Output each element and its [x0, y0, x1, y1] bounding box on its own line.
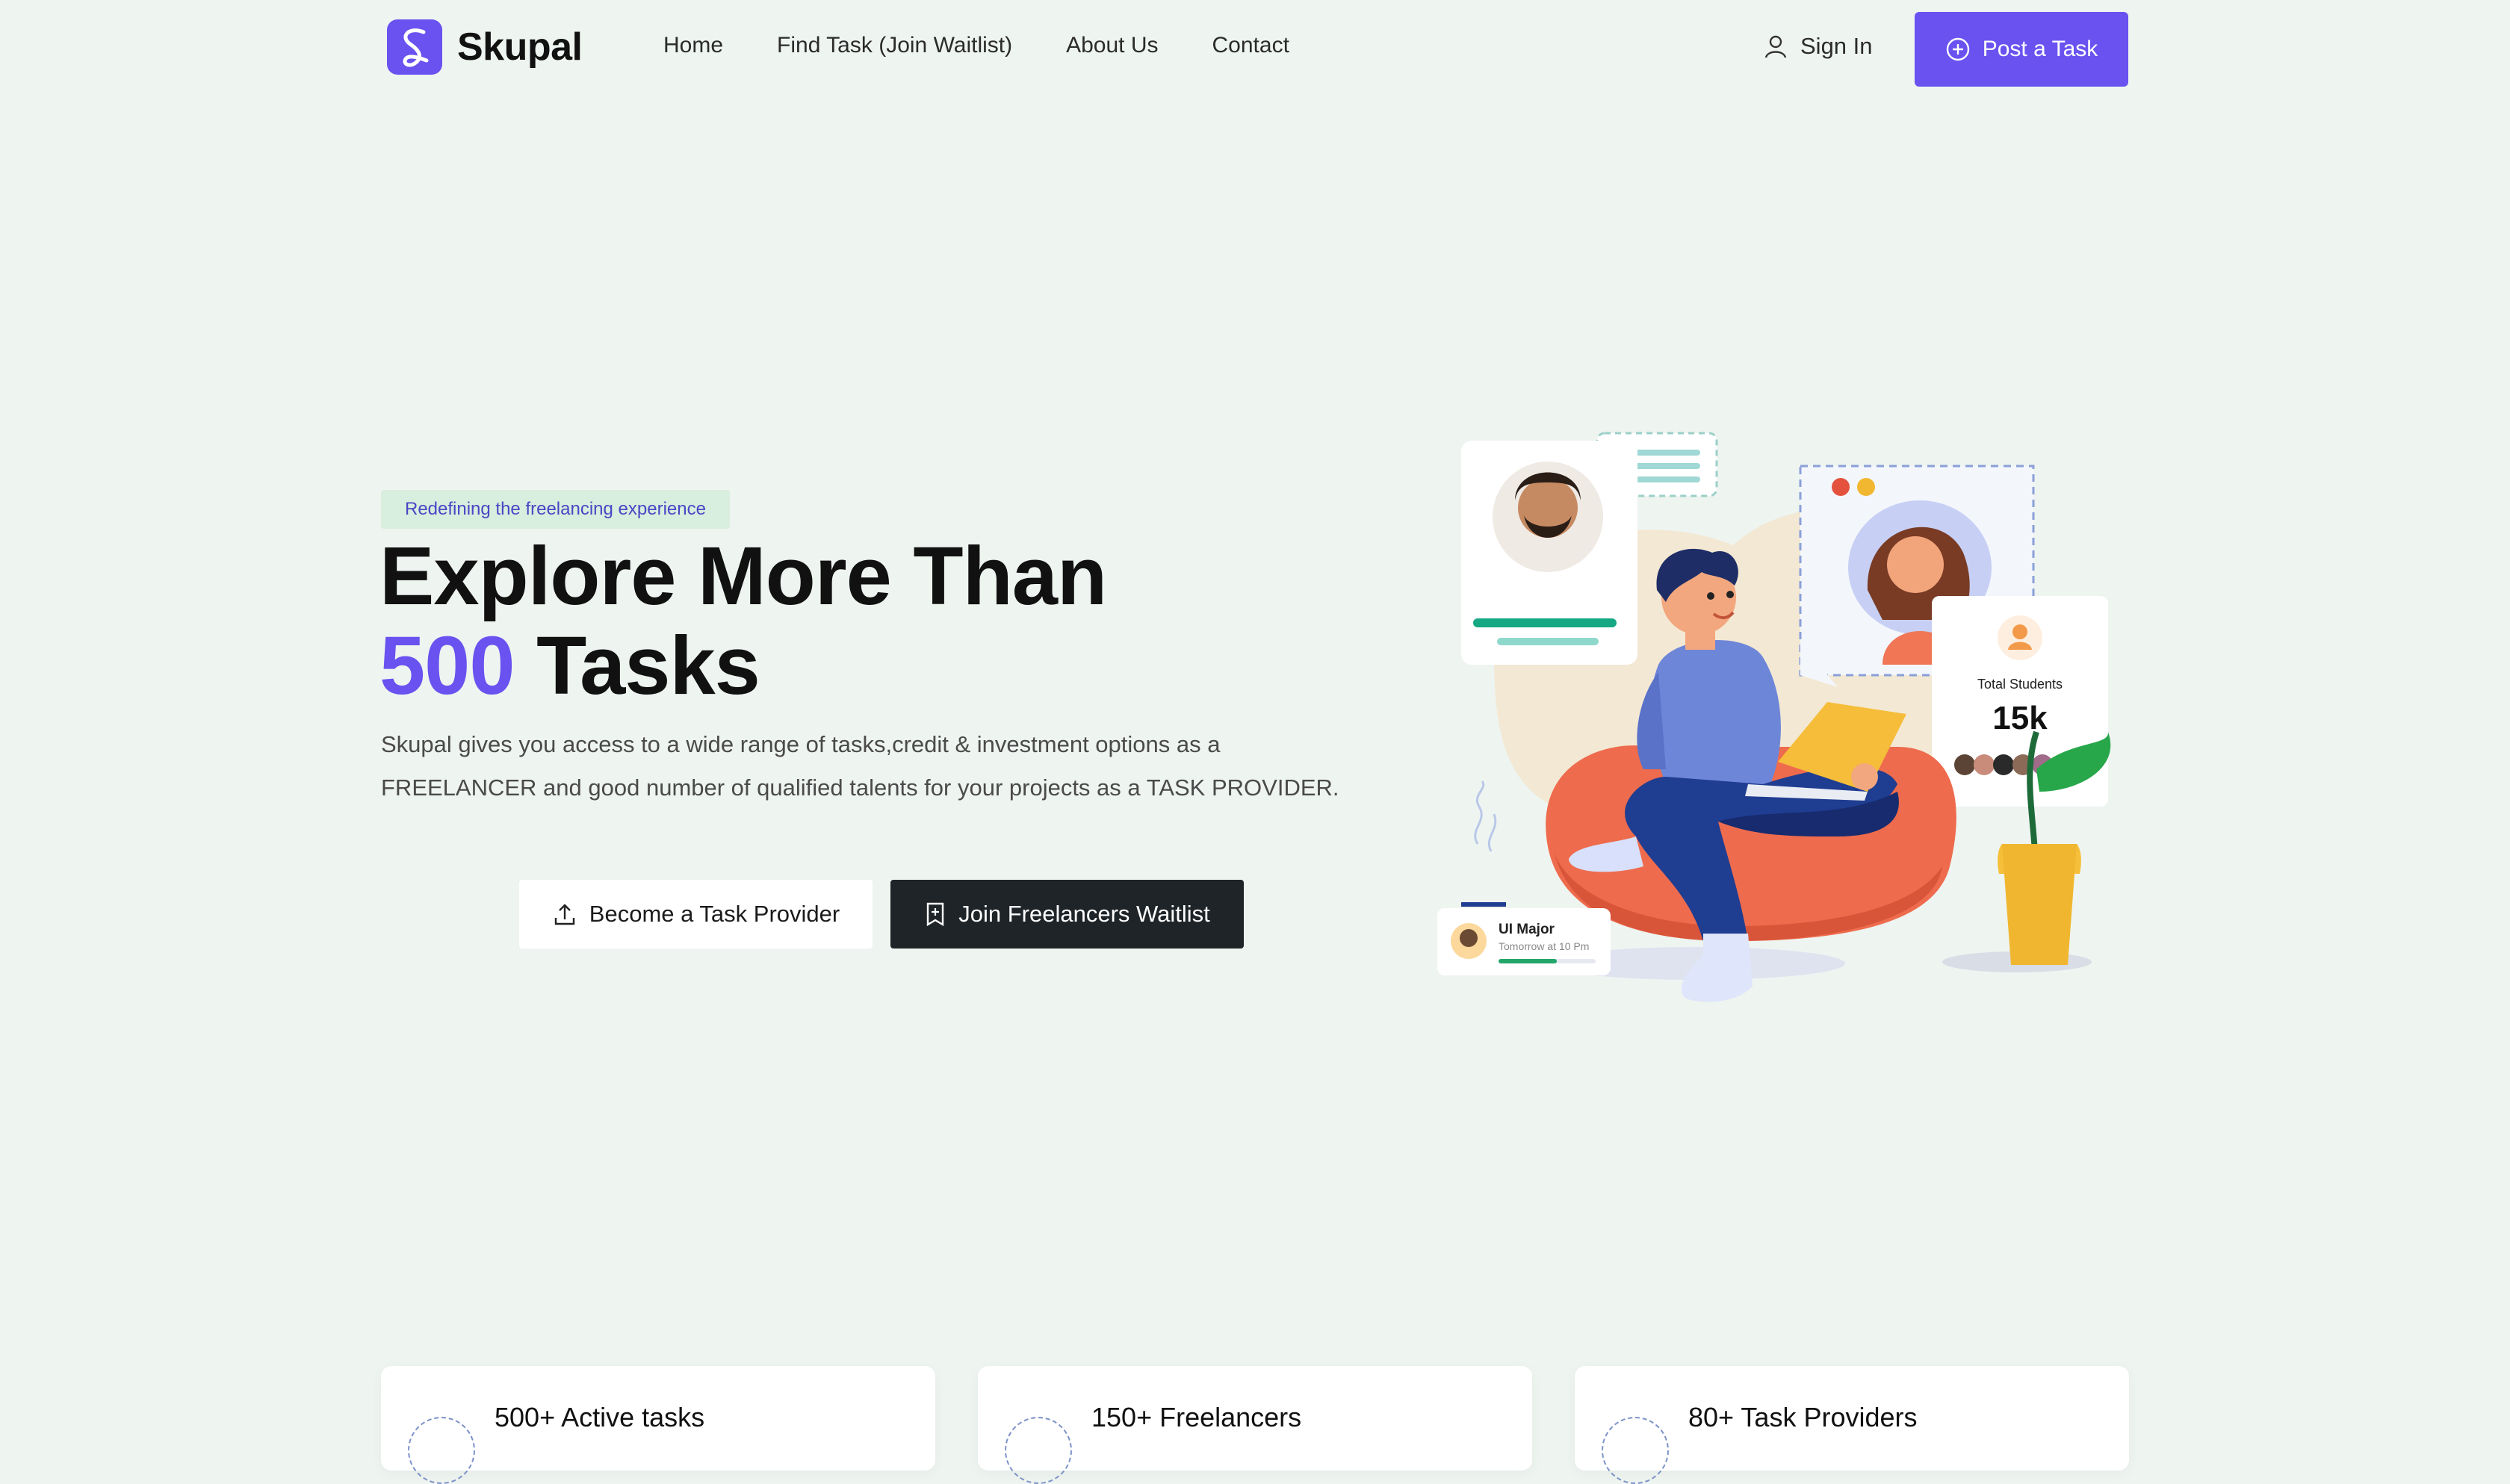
stat-card-freelancers: 150+ Freelancers: [978, 1366, 1532, 1484]
hero-title-accent: 500: [379, 620, 515, 712]
sign-in-link[interactable]: Sign In: [1763, 33, 1873, 60]
freelancers-icon: [1005, 1417, 1072, 1484]
stat-card-active-tasks: 500+ Active tasks: [381, 1366, 935, 1484]
user-icon: [1764, 35, 1787, 58]
students-label: Total Students: [1977, 677, 2063, 692]
tasks-icon: [408, 1417, 475, 1484]
brand-logo[interactable]: Skupal: [387, 19, 583, 75]
join-freelancers-waitlist-button[interactable]: Join Freelancers Waitlist: [890, 880, 1244, 949]
post-task-button[interactable]: Post a Task: [1915, 12, 2128, 87]
hero-title-rest: Tasks: [514, 620, 760, 712]
hero-title: Explore More Than 500 Tasks: [379, 530, 1107, 712]
stat-card-task-providers: 80+ Task Providers: [1575, 1366, 2129, 1484]
hero-description: Skupal gives you access to a wide range …: [381, 731, 1339, 801]
stat-label-task-providers: 80+ Task Providers: [1688, 1402, 1918, 1432]
task-providers-icon: [1602, 1417, 1669, 1484]
join-freelancers-label: Join Freelancers Waitlist: [958, 901, 1210, 927]
nav-find-task[interactable]: Find Task (Join Waitlist): [777, 33, 1012, 58]
post-task-label: Post a Task: [1982, 37, 2098, 61]
hero-badge: Redefining the freelancing experience: [381, 490, 730, 529]
bookmark-plus-icon: [927, 902, 944, 927]
hero-title-line1: Explore More Than: [379, 530, 1107, 622]
brand-name: Skupal: [457, 25, 583, 69]
nav-home[interactable]: Home: [663, 33, 723, 58]
nav-about-us[interactable]: About Us: [1066, 33, 1158, 58]
sign-in-label: Sign In: [1800, 33, 1873, 59]
students-count: 15k: [1992, 700, 2048, 736]
become-task-provider-label: Become a Task Provider: [589, 901, 840, 927]
plus-circle-icon: [1946, 37, 1969, 61]
class-time: Tomorrow at 10 Pm: [1499, 940, 1589, 952]
stat-label-freelancers: 150+ Freelancers: [1091, 1402, 1302, 1432]
hero-illustration: Total Students 15k UI Major Tomorrow at …: [1419, 418, 2136, 1046]
class-name: UI Major: [1499, 922, 1555, 937]
main-nav: Home Find Task (Join Waitlist) About Us …: [663, 33, 1289, 58]
logo-mark-icon: [387, 19, 442, 75]
freelancer-illustration: Total Students 15k UI Major Tomorrow at …: [1437, 432, 2111, 1002]
stat-label-active-tasks: 500+ Active tasks: [495, 1402, 705, 1432]
nav-contact[interactable]: Contact: [1212, 33, 1289, 58]
become-task-provider-button[interactable]: Become a Task Provider: [519, 880, 873, 949]
upload-icon: [554, 904, 574, 925]
